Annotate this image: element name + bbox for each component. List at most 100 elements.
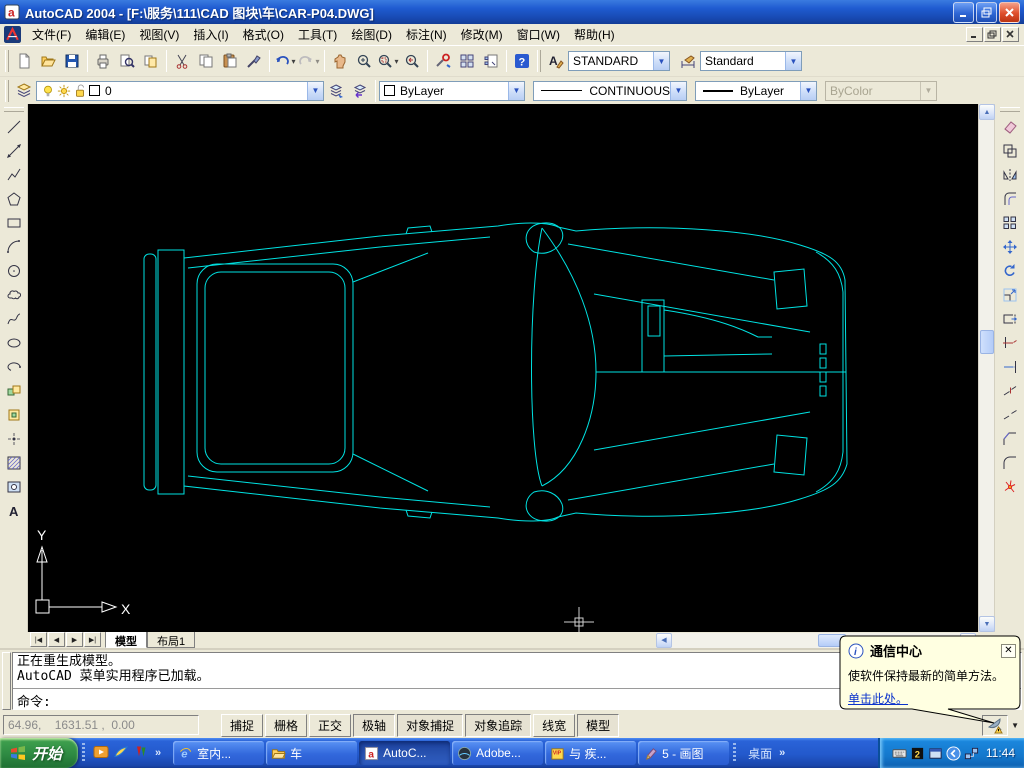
toolbar-grip[interactable] bbox=[5, 79, 9, 102]
chevron-down-icon[interactable]: ▾ bbox=[394, 57, 398, 66]
tab-layout1[interactable]: 布局1 bbox=[147, 632, 196, 648]
print-preview-button[interactable] bbox=[115, 49, 139, 73]
autocad-app-icon[interactable]: a bbox=[4, 4, 20, 20]
chevron-down-icon[interactable]: ▾ bbox=[291, 57, 295, 66]
line-button[interactable] bbox=[2, 115, 26, 138]
undo-button[interactable]: ▾ bbox=[273, 49, 297, 73]
designcenter-button[interactable] bbox=[455, 49, 479, 73]
chevron-down-icon[interactable]: ▼ bbox=[785, 52, 801, 70]
stretch-button[interactable] bbox=[998, 307, 1022, 330]
extend-button[interactable] bbox=[998, 355, 1022, 378]
offset-button[interactable] bbox=[998, 187, 1022, 210]
chevron-down-icon[interactable]: ▼ bbox=[800, 81, 816, 100]
window-tray-icon[interactable] bbox=[928, 746, 943, 761]
balloon-link[interactable]: 单击此处。 bbox=[848, 690, 1016, 707]
color-combo[interactable]: ByLayer ▼ bbox=[379, 80, 525, 101]
toggle-otrack[interactable]: 对象追踪 bbox=[465, 713, 532, 737]
print-button[interactable] bbox=[91, 49, 115, 73]
tab-first-button[interactable]: |◀ bbox=[30, 632, 47, 647]
start-button[interactable]: 开始 bbox=[0, 738, 79, 768]
task-button-adobe[interactable]: Adobe... bbox=[452, 741, 544, 765]
close-button[interactable] bbox=[999, 1, 1020, 23]
spline-button[interactable] bbox=[2, 307, 26, 330]
scroll-up-button[interactable]: ▲ bbox=[979, 104, 995, 120]
publish-button[interactable] bbox=[139, 49, 163, 73]
task-button-folder[interactable]: 车 bbox=[266, 741, 358, 765]
mdi-minimize-button[interactable] bbox=[966, 27, 983, 42]
vertical-scroll-thumb[interactable] bbox=[980, 330, 994, 354]
erase-button[interactable] bbox=[998, 115, 1022, 138]
desktop-overflow-icon[interactable]: » bbox=[777, 747, 787, 759]
rectangle-button[interactable] bbox=[2, 211, 26, 234]
lineweight-combo[interactable]: ByLayer ▼ bbox=[695, 80, 817, 101]
toolbar-grip[interactable] bbox=[537, 50, 541, 72]
move-button[interactable] bbox=[998, 235, 1022, 258]
menu-item-9[interactable]: 窗口(W) bbox=[510, 26, 567, 44]
toolbar-grip[interactable] bbox=[5, 50, 9, 72]
keyboard-icon[interactable] bbox=[892, 746, 907, 761]
text-style-combo[interactable]: STANDARD ▼ bbox=[568, 51, 670, 71]
mdi-close-button[interactable] bbox=[1002, 27, 1019, 42]
toggle-grid[interactable]: 栅格 bbox=[265, 713, 308, 737]
menu-item-8[interactable]: 修改(M) bbox=[454, 26, 510, 44]
toggle-ortho[interactable]: 正交 bbox=[309, 713, 352, 737]
tab-last-button[interactable]: ▶| bbox=[84, 632, 101, 647]
copy-clip-button[interactable] bbox=[194, 49, 218, 73]
chevron-down-icon[interactable]: ▼ bbox=[670, 81, 686, 100]
task-button-paint[interactable]: 5 - 画图 bbox=[638, 741, 730, 765]
toolbar-grip[interactable] bbox=[3, 107, 24, 112]
menu-item-6[interactable]: 绘图(D) bbox=[344, 26, 399, 44]
chevron-down-icon[interactable]: ▼ bbox=[307, 81, 323, 100]
minimize-button[interactable] bbox=[953, 1, 974, 23]
toolbar-grip[interactable] bbox=[999, 107, 1020, 112]
zoom-window-button[interactable]: ▾ bbox=[376, 49, 400, 73]
menu-item-10[interactable]: 帮助(H) bbox=[567, 26, 622, 44]
drawing-canvas[interactable]: Y X bbox=[28, 104, 978, 632]
arc-button[interactable] bbox=[2, 235, 26, 258]
properties-palette-button[interactable] bbox=[431, 49, 455, 73]
match-properties-button[interactable] bbox=[242, 49, 266, 73]
taskbar-grip[interactable] bbox=[733, 743, 737, 763]
toggle-model[interactable]: 模型 bbox=[577, 713, 620, 737]
toggle-lineweight[interactable]: 线宽 bbox=[533, 713, 576, 737]
ellipse-arc-button[interactable] bbox=[2, 355, 26, 378]
menu-item-5[interactable]: 工具(T) bbox=[291, 26, 344, 44]
menu-item-3[interactable]: 插入(I) bbox=[186, 26, 235, 44]
balloon-close-icon[interactable]: ✕ bbox=[1001, 643, 1016, 658]
circle-button[interactable] bbox=[2, 259, 26, 282]
construction-line-button[interactable] bbox=[2, 139, 26, 162]
point-button[interactable] bbox=[2, 427, 26, 450]
scale-button[interactable] bbox=[998, 283, 1022, 306]
new-file-button[interactable] bbox=[12, 49, 36, 73]
layer-combo[interactable]: 0 ▼ bbox=[36, 80, 324, 101]
linetype-combo[interactable]: CONTINUOUS ▼ bbox=[533, 80, 687, 101]
chevron-down-icon[interactable]: ▾ bbox=[315, 57, 319, 66]
task-button-autocad[interactable]: a AutoC... bbox=[359, 741, 451, 765]
help-button[interactable]: ? bbox=[510, 49, 534, 73]
dim-style-combo[interactable]: Standard ▼ bbox=[700, 51, 802, 71]
polyline-button[interactable] bbox=[2, 163, 26, 186]
autocad-menu-icon[interactable] bbox=[4, 26, 21, 43]
desktop-toolbar[interactable]: 桌面 » bbox=[744, 745, 791, 762]
region-button[interactable] bbox=[2, 475, 26, 498]
break-at-point-button[interactable] bbox=[998, 379, 1022, 402]
scroll-left-button[interactable]: ◀ bbox=[656, 632, 672, 648]
explode-button[interactable] bbox=[998, 475, 1022, 498]
cut-button[interactable] bbox=[170, 49, 194, 73]
menu-item-1[interactable]: 编辑(E) bbox=[78, 26, 132, 44]
layer-properties-manager-button[interactable] bbox=[12, 79, 36, 103]
zoom-realtime-button[interactable] bbox=[352, 49, 376, 73]
mirror-button[interactable] bbox=[998, 163, 1022, 186]
tool-palettes-button[interactable] bbox=[479, 49, 503, 73]
revision-cloud-button[interactable] bbox=[2, 283, 26, 306]
task-button-ie[interactable]: e 室内... bbox=[173, 741, 265, 765]
dim-style-button[interactable] bbox=[676, 49, 700, 73]
text-style-button[interactable]: A bbox=[544, 49, 568, 73]
chevron-down-icon[interactable]: ▼ bbox=[508, 81, 524, 100]
mdi-restore-button[interactable] bbox=[984, 27, 1001, 42]
quick-launch-swoosh-icon[interactable] bbox=[113, 744, 129, 763]
insert-block-button[interactable] bbox=[2, 379, 26, 402]
layer-lock-icon[interactable] bbox=[73, 84, 87, 98]
save-button[interactable] bbox=[60, 49, 84, 73]
fillet-button[interactable] bbox=[998, 451, 1022, 474]
